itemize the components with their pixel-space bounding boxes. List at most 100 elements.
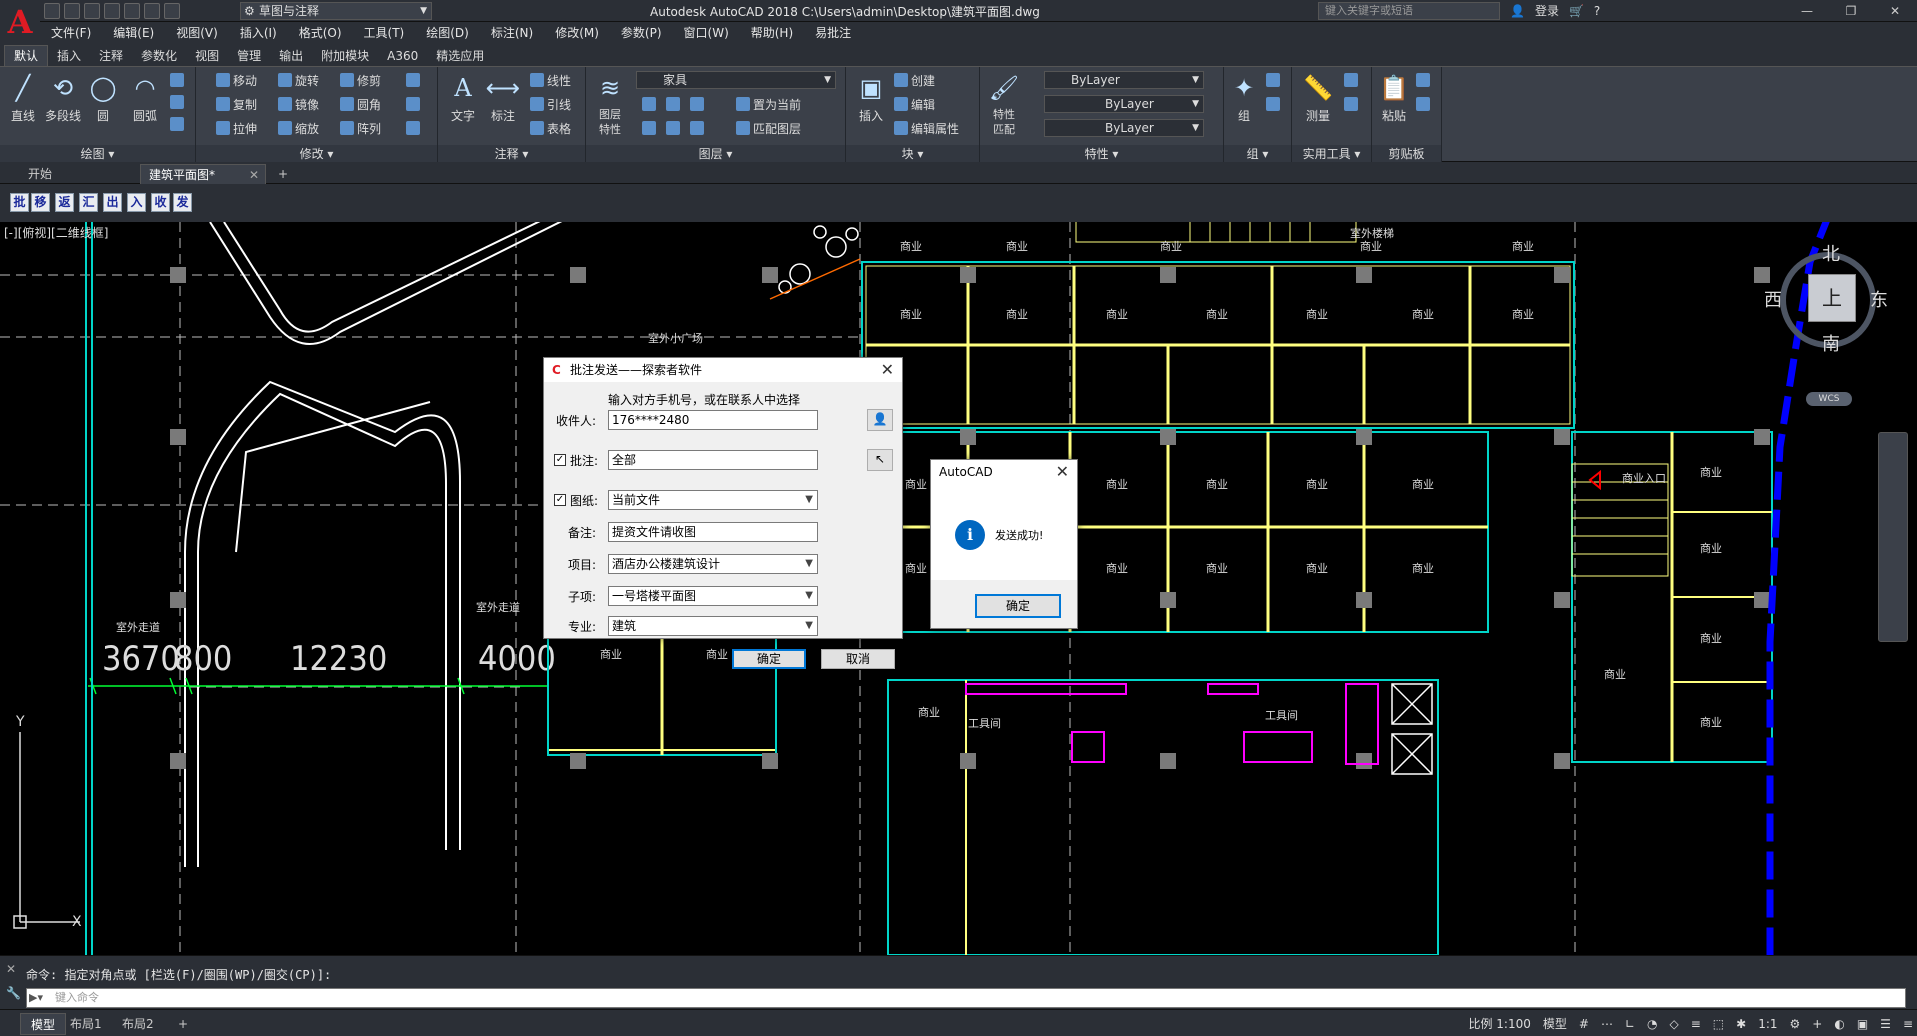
batch-cancel-button[interactable]: 取消 (821, 649, 895, 669)
utility-tool-1[interactable] (1344, 71, 1361, 91)
contacts-button[interactable]: 👤 (867, 409, 893, 431)
compass-north[interactable]: 北 (1822, 240, 1840, 266)
utility-tool-2[interactable] (1344, 95, 1361, 115)
ortho-icon[interactable]: ∟ (1625, 1013, 1635, 1035)
ribbon-tab-9[interactable]: 精选应用 (427, 46, 493, 66)
ribbon-tab-7[interactable]: 附加模块 (312, 46, 378, 66)
ribbon-tab-1[interactable]: 插入 (48, 46, 90, 66)
navigation-bar[interactable] (1878, 432, 1908, 642)
project-select[interactable]: 酒店办公楼建筑设计 ▼ (608, 554, 818, 574)
menu-item-6[interactable]: 绘图(D) (415, 22, 480, 44)
arc-button[interactable]: ◠ 圆弧 (124, 71, 166, 124)
close-icon[interactable]: ✕ (1056, 460, 1069, 484)
paste-button[interactable]: 📋 粘贴 (1376, 71, 1412, 124)
trim-button[interactable]: 修剪 (340, 71, 381, 91)
layer-tool-6[interactable] (690, 119, 707, 139)
menu-item-11[interactable]: 帮助(H) (740, 22, 804, 44)
menu-item-7[interactable]: 标注(N) (480, 22, 544, 44)
layer-select[interactable]: 家具 ▼ (636, 71, 836, 89)
viewcube-top-face[interactable]: 上 (1808, 274, 1856, 322)
layer-tool-4[interactable] (642, 119, 659, 139)
color-select[interactable]: ByLayer ▼ (1044, 71, 1204, 89)
note-input[interactable]: 提资文件请收图 (608, 522, 818, 542)
ribbon-tab-3[interactable]: 参数化 (132, 46, 186, 66)
set-current-button[interactable]: 置为当前 (736, 95, 801, 115)
menu-item-12[interactable]: 易批注 (804, 22, 862, 44)
region-tool[interactable] (170, 115, 187, 135)
customize-icon[interactable]: ≡ (1903, 1013, 1913, 1035)
minimize-icon[interactable]: — (1785, 0, 1829, 22)
menu-item-5[interactable]: 工具(T) (353, 22, 416, 44)
group-tool-1[interactable] (1266, 71, 1283, 91)
block-panel-title[interactable]: 块 ▾ (846, 145, 979, 163)
command-input[interactable]: ▶▾ 键入命令 (26, 988, 1906, 1008)
discipline-select[interactable]: 建筑 ▼ (608, 616, 818, 636)
selection-cycling-icon[interactable]: ⬚ (1713, 1013, 1724, 1035)
stretch-button[interactable]: 拉伸 (216, 119, 257, 139)
toolbar-btn-5[interactable]: 出 (103, 193, 122, 212)
application-menu-button[interactable]: A (0, 0, 40, 44)
layer-tool-1[interactable] (642, 95, 659, 115)
text-button[interactable]: A 文字 (442, 71, 484, 124)
explode-tool[interactable] (406, 95, 423, 115)
layer-tool-3[interactable] (690, 95, 707, 115)
tab-drawing[interactable]: 建筑平面图* ✕ (140, 164, 266, 184)
recipient-input[interactable]: 176****2480 (608, 410, 818, 430)
toolbar-btn-1[interactable]: 批 (10, 193, 29, 212)
compass-west[interactable]: 西 (1764, 286, 1782, 312)
annotation-input[interactable]: 全部 (608, 450, 818, 470)
compass-south[interactable]: 南 (1822, 330, 1840, 356)
draw-panel-title[interactable]: 绘图 ▾ (0, 145, 195, 163)
close-tab-icon[interactable]: ✕ (249, 165, 259, 185)
linear-button[interactable]: 线性 (530, 71, 571, 91)
menu-item-0[interactable]: 文件(F) (40, 22, 102, 44)
add-layout-button[interactable]: + (168, 1013, 198, 1035)
message-ok-button[interactable]: 确定 (975, 594, 1061, 618)
redo-icon[interactable] (164, 3, 180, 19)
scale-button[interactable]: 缩放 (278, 119, 319, 139)
groups-panel-title[interactable]: 组 ▾ (1224, 145, 1291, 163)
edit-attributes-button[interactable]: 编辑属性 (894, 119, 959, 139)
toolbar-btn-3[interactable]: 返 (55, 193, 74, 212)
search-input[interactable]: 键入关键字或短语 (1318, 2, 1500, 20)
toolbar-btn-8[interactable]: 发 (173, 193, 192, 212)
menu-item-9[interactable]: 参数(P) (610, 22, 673, 44)
open-file-icon[interactable] (64, 3, 80, 19)
wrench-icon[interactable]: 🔧 (6, 986, 21, 1000)
clean-screen-icon[interactable]: ☰ (1880, 1013, 1891, 1035)
layer-tool-2[interactable] (666, 95, 683, 115)
print-icon[interactable] (124, 3, 140, 19)
ribbon-tab-2[interactable]: 注释 (90, 46, 132, 66)
erase-tool[interactable] (406, 71, 423, 91)
model-space-toggle[interactable]: 模型 (1543, 1013, 1567, 1035)
undo-icon[interactable] (144, 3, 160, 19)
hardware-accel-icon[interactable]: ▣ (1857, 1013, 1868, 1035)
properties-panel-title[interactable]: 特性 ▾ (980, 145, 1223, 163)
compass-east[interactable]: 东 (1870, 286, 1888, 312)
polyline-button[interactable]: ⟲ 多段线 (42, 71, 84, 124)
layer-properties-button[interactable]: ≋ 图层 特性 (592, 71, 628, 137)
viewport-controls[interactable]: [-][俯视][二维线框] (4, 224, 108, 241)
layout-tab-2[interactable]: 布局2 (112, 1013, 164, 1035)
new-file-icon[interactable] (44, 3, 60, 19)
fillet-button[interactable]: 圆角 (340, 95, 381, 115)
layer-tool-5[interactable] (666, 119, 683, 139)
close-command-icon[interactable]: ✕ (6, 962, 16, 976)
login-area[interactable]: 👤 登录 🛒 ? (1510, 2, 1600, 20)
lineweight-select[interactable]: ByLayer ▼ (1044, 119, 1204, 137)
offset-tool[interactable] (406, 119, 423, 139)
group-button[interactable]: ✦ 组 (1226, 71, 1262, 124)
workspace-select[interactable]: ⚙ 草图与注释 ▼ (240, 2, 432, 20)
copy-clip-button[interactable] (1416, 95, 1433, 115)
annotation-visibility-icon[interactable]: ✱ (1736, 1013, 1746, 1035)
match-properties-button[interactable]: 🖌 特性 匹配 (986, 71, 1022, 137)
drawing-canvas[interactable]: 3670 800 12230 4000 室外走道 室外走道 室外小广场 室外楼梯… (0, 222, 1917, 955)
utilities-panel-title[interactable]: 实用工具 ▾ (1292, 145, 1371, 163)
layers-panel-title[interactable]: 图层 ▾ (586, 145, 845, 163)
osnap-icon[interactable]: ◇ (1670, 1013, 1679, 1035)
measure-button[interactable]: 📏 测量 (1298, 71, 1338, 124)
isolate-icon[interactable]: ◐ (1834, 1013, 1844, 1035)
toolbar-btn-4[interactable]: 汇 (79, 193, 98, 212)
menu-item-1[interactable]: 编辑(E) (102, 22, 165, 44)
tab-start[interactable]: 开始 (20, 164, 130, 184)
